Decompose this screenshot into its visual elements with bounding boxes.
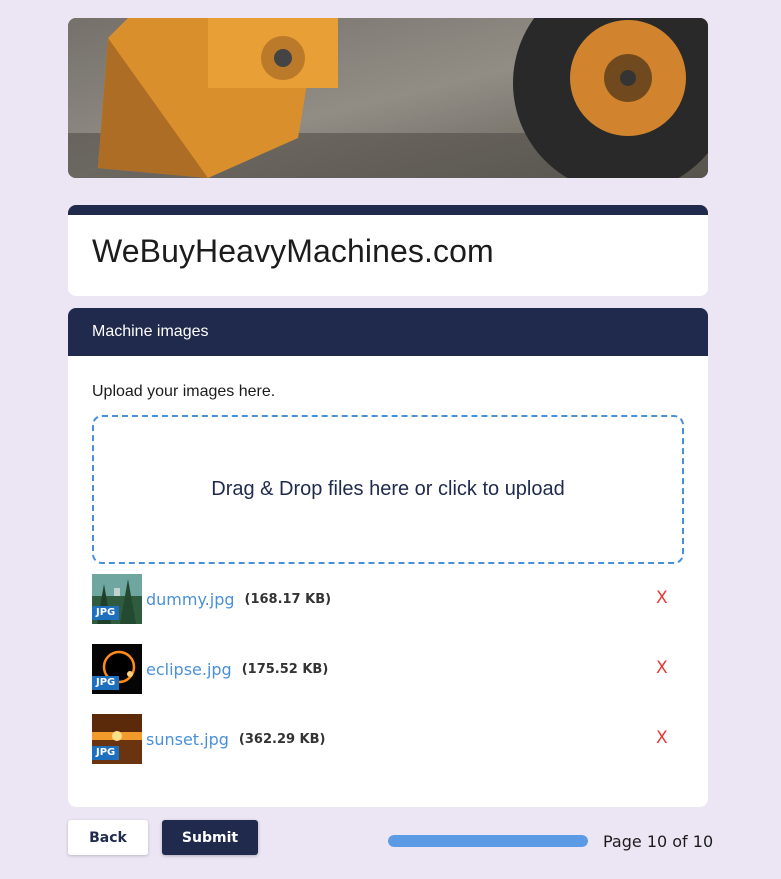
hero-image bbox=[68, 18, 708, 178]
page-title: WeBuyHeavyMachines.com bbox=[92, 233, 494, 269]
file-item: JPG dummy.jpg (168.17 KB) X bbox=[92, 574, 684, 624]
file-item: JPG eclipse.jpg (175.52 KB) X bbox=[92, 644, 684, 694]
machine-images-section: Machine images Upload your images here. … bbox=[68, 308, 708, 807]
dropzone-text: Drag & Drop files here or click to uploa… bbox=[211, 478, 565, 500]
jpg-badge: JPG bbox=[92, 676, 120, 690]
file-size: (175.52 KB) bbox=[241, 661, 329, 677]
jpg-badge: JPG bbox=[92, 746, 120, 760]
jpg-badge: JPG bbox=[92, 606, 120, 620]
title-card: WeBuyHeavyMachines.com bbox=[68, 205, 708, 296]
hero-banner bbox=[68, 18, 708, 178]
file-thumbnail: JPG bbox=[92, 644, 142, 694]
file-name-link[interactable]: eclipse.jpg bbox=[146, 660, 232, 679]
back-button[interactable]: Back bbox=[68, 820, 148, 855]
file-item: JPG sunset.jpg (362.29 KB) X bbox=[92, 714, 684, 764]
upload-label: Upload your images here. bbox=[92, 383, 276, 400]
file-size: (362.29 KB) bbox=[238, 731, 326, 747]
title-card-accent bbox=[68, 205, 708, 215]
remove-file-button[interactable]: X bbox=[656, 728, 668, 748]
file-thumbnail: JPG bbox=[92, 574, 142, 624]
section-title: Machine images bbox=[68, 308, 708, 356]
progress-bar bbox=[388, 835, 588, 847]
file-name-link[interactable]: sunset.jpg bbox=[146, 730, 229, 749]
progress-fill bbox=[388, 835, 588, 847]
remove-file-button[interactable]: X bbox=[656, 658, 668, 678]
file-thumbnail: JPG bbox=[92, 714, 142, 764]
page-indicator: Page 10 of 10 bbox=[603, 832, 714, 851]
file-size: (168.17 KB) bbox=[244, 591, 332, 607]
submit-button[interactable]: Submit bbox=[162, 820, 258, 855]
remove-file-button[interactable]: X bbox=[656, 588, 668, 608]
file-name-link[interactable]: dummy.jpg bbox=[146, 590, 235, 609]
file-dropzone[interactable]: Drag & Drop files here or click to uploa… bbox=[92, 415, 684, 564]
